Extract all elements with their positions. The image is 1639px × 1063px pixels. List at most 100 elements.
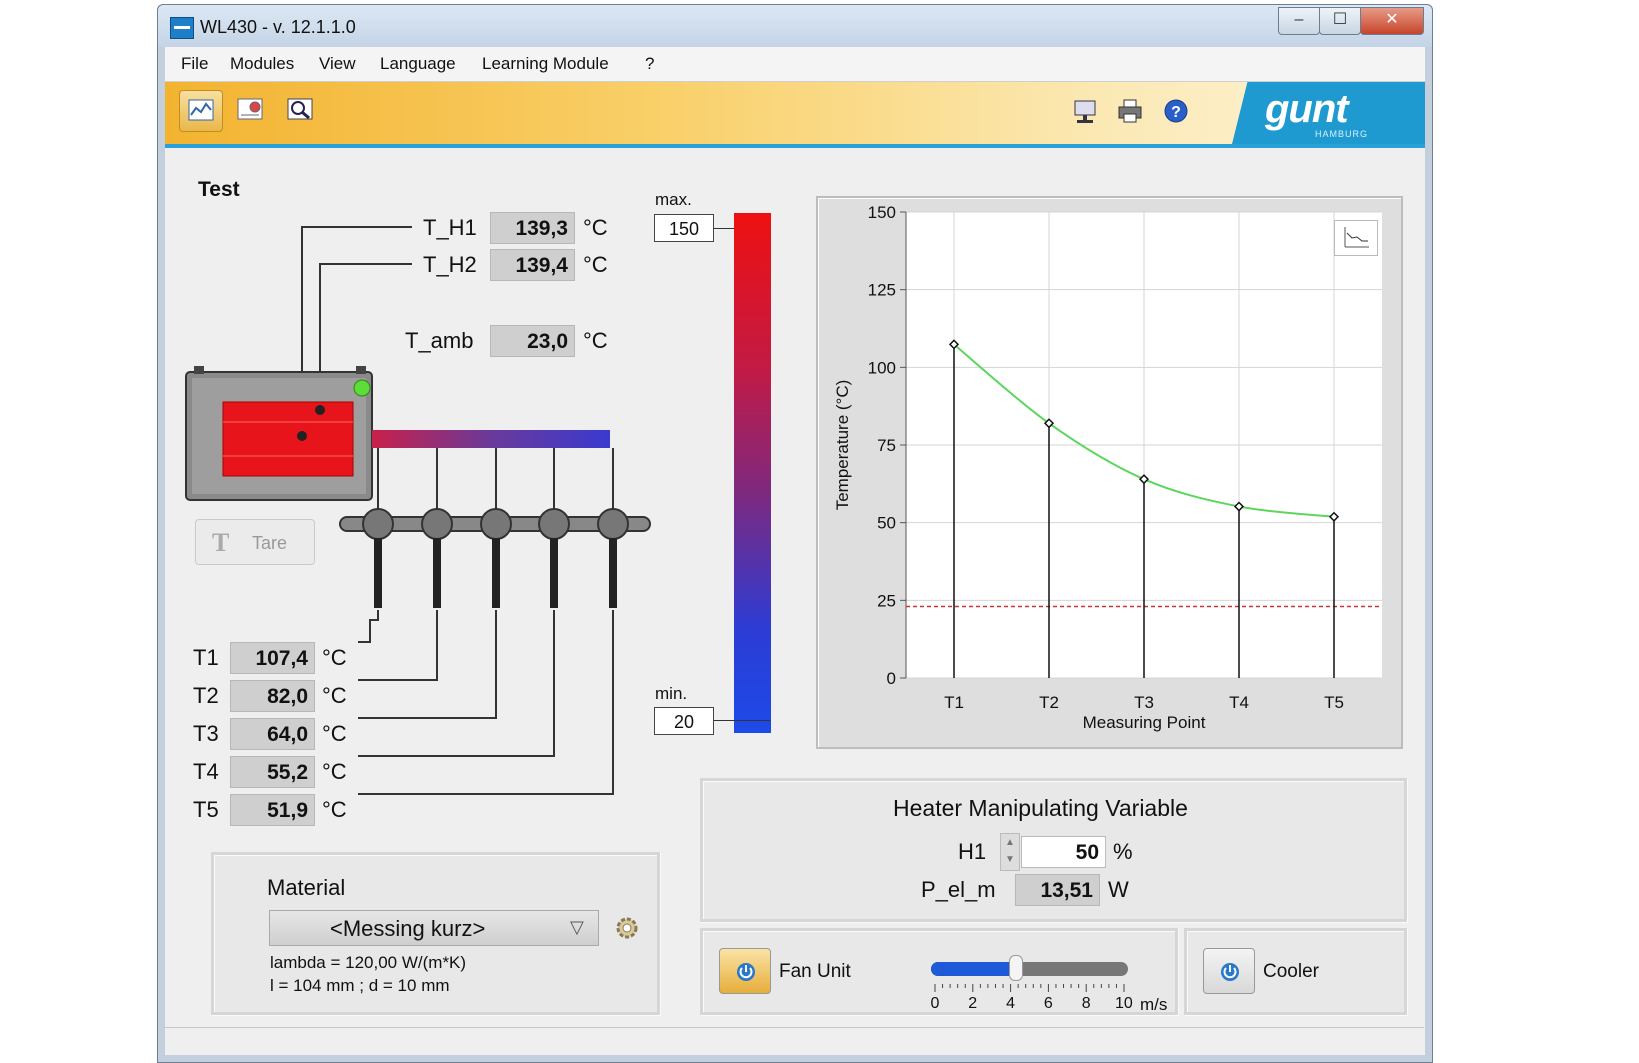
fan-tick-label: 2 — [968, 995, 978, 1012]
cooler-panel: Cooler — [1184, 928, 1407, 1015]
t2-value: 82,0 — [230, 680, 315, 712]
chart-view-icon[interactable] — [179, 90, 223, 132]
t4-value: 55,2 — [230, 756, 315, 788]
fan-slider-thumb[interactable] — [1008, 955, 1023, 981]
x-tick-label: T2 — [1039, 693, 1059, 712]
zoom-chart-icon[interactable] — [279, 90, 321, 130]
t5-label: T5 — [193, 797, 219, 822]
h1-input[interactable]: 50 — [1021, 836, 1106, 868]
material-title: Material — [267, 875, 346, 900]
y-axis-label: Temperature (°C) — [833, 380, 852, 511]
gunt-logo: gunt — [1265, 87, 1349, 131]
t2-label: T2 — [193, 683, 219, 708]
fan-speed-slider[interactable] — [931, 955, 1128, 981]
x-tick-label: T1 — [944, 693, 964, 712]
menu-view[interactable]: View — [319, 54, 356, 74]
y-tick-label: 25 — [877, 591, 896, 610]
heater-title: Heater Manipulating Variable — [893, 795, 1188, 821]
fan-power-button[interactable] — [719, 948, 771, 994]
t1-label: T1 — [193, 645, 219, 670]
cooler-label: Cooler — [1263, 961, 1319, 982]
pel-label: P_el_m — [921, 877, 996, 902]
network-icon[interactable] — [1070, 96, 1100, 126]
window-title: WL430 - v. 12.1.1.0 — [200, 17, 356, 37]
svg-text:?: ? — [1171, 104, 1181, 121]
fan-tick-label: 8 — [1081, 995, 1091, 1012]
x-tick-label: T4 — [1229, 693, 1249, 712]
x-tick-label: T5 — [1324, 693, 1344, 712]
material-selected-value: <Messing kurz> — [330, 916, 486, 941]
menu-help[interactable]: ? — [645, 54, 654, 74]
h1-unit: % — [1113, 839, 1133, 864]
menu-language[interactable]: Language — [380, 54, 456, 74]
fan-tick-label: 10 — [1115, 995, 1133, 1012]
temperature-chart: 0 25 50 75 100 125 150 T1 T2 T3 T4 T5 Temperature … — [833, 203, 1382, 732]
menu-file[interactable]: File — [181, 54, 208, 74]
y-tick-label: 50 — [877, 514, 896, 533]
fan-tick-labels: 0 2 4 6 8 10 — [930, 995, 1133, 1015]
tare-label: Tare — [252, 533, 288, 553]
t3-unit: °C — [322, 721, 347, 746]
fan-unit-label: Fan Unit — [779, 961, 851, 982]
material-lambda: lambda = 120,00 W/(m*K) — [270, 953, 467, 972]
x-axis-label: Measuring Point — [1083, 713, 1206, 732]
scale-min-input[interactable]: 20 — [654, 707, 714, 735]
pel-value: 13,51 — [1015, 874, 1100, 906]
scale-max-label: max. — [655, 190, 692, 209]
scale-min-label: min. — [655, 684, 688, 703]
menu-bar: File Modules View Language Learning Modu… — [165, 47, 1425, 82]
gear-icon[interactable] — [612, 913, 642, 943]
fan-tick-label: 0 — [930, 995, 940, 1012]
print-icon[interactable] — [1115, 96, 1145, 126]
power-icon — [737, 963, 755, 981]
fan-slider-ticks — [934, 984, 1125, 992]
t4-label: T4 — [193, 759, 219, 784]
test-title: Test — [198, 178, 240, 201]
title-bar: WL430 - v. 12.1.1.0 – ☐ ✕ — [158, 5, 1432, 47]
cooler-power-button[interactable] — [1203, 948, 1255, 994]
help-icon[interactable]: ? — [1161, 96, 1191, 126]
fan-panel: Fan Unit 0 2 4 6 8 10 m/s — [700, 928, 1178, 1015]
h1-stepper[interactable]: ▲ ▼ — [1000, 833, 1020, 871]
close-button[interactable]: ✕ — [1360, 7, 1424, 35]
t3-value: 64,0 — [230, 718, 315, 750]
menu-modules[interactable]: Modules — [230, 54, 294, 74]
pel-unit: W — [1108, 877, 1129, 902]
tare-button[interactable]: T Tare — [195, 519, 315, 565]
t1-value: 107,4 — [230, 642, 315, 674]
chart-options-icon[interactable] — [1334, 220, 1378, 256]
t4-unit: °C — [322, 759, 347, 784]
y-tick-label: 150 — [868, 203, 896, 222]
chevron-down-icon: ▽ — [570, 917, 584, 937]
gunt-logo-sub: HAMBURG — [1315, 129, 1369, 139]
y-tick-label: 125 — [868, 281, 896, 300]
t3-label: T3 — [193, 721, 219, 746]
fan-tick-label: 6 — [1043, 995, 1053, 1012]
t5-value: 51,9 — [230, 794, 315, 826]
y-tick-label: 0 — [887, 669, 896, 688]
y-tick-label: 100 — [868, 358, 896, 377]
tare-icon: T — [212, 528, 230, 557]
material-panel: Material <Messing kurz> ▽ lambda = 120,0… — [211, 852, 660, 1015]
power-icon — [1221, 963, 1239, 981]
t5-unit: °C — [322, 797, 347, 822]
material-dimensions: l = 104 mm ; d = 10 mm — [270, 976, 450, 995]
temperature-color-scale — [734, 213, 771, 733]
x-tick-label: T3 — [1134, 693, 1154, 712]
experiment-view-icon[interactable] — [229, 90, 271, 130]
status-bar-divider — [164, 1027, 1424, 1028]
t2-unit: °C — [322, 683, 347, 708]
maximize-button[interactable]: ☐ — [1319, 7, 1361, 35]
h1-label: H1 — [958, 839, 987, 864]
y-tick-label: 75 — [877, 436, 896, 455]
menu-learning-module[interactable]: Learning Module — [482, 54, 609, 74]
minimize-button[interactable]: – — [1278, 7, 1320, 35]
heater-panel: Heater Manipulating Variable H1 ▲ ▼ 50 % … — [700, 778, 1407, 922]
t1-unit: °C — [322, 645, 347, 670]
toolbar-divider — [165, 144, 1425, 148]
fan-tick-label: 4 — [1006, 995, 1015, 1012]
chart-panel: 0 25 50 75 100 125 150 T1 T2 T3 T4 T5 Temperature … — [816, 196, 1403, 749]
app-icon — [170, 17, 194, 39]
scale-max-input[interactable]: 150 — [654, 214, 714, 242]
material-select[interactable]: <Messing kurz> ▽ — [269, 910, 599, 946]
